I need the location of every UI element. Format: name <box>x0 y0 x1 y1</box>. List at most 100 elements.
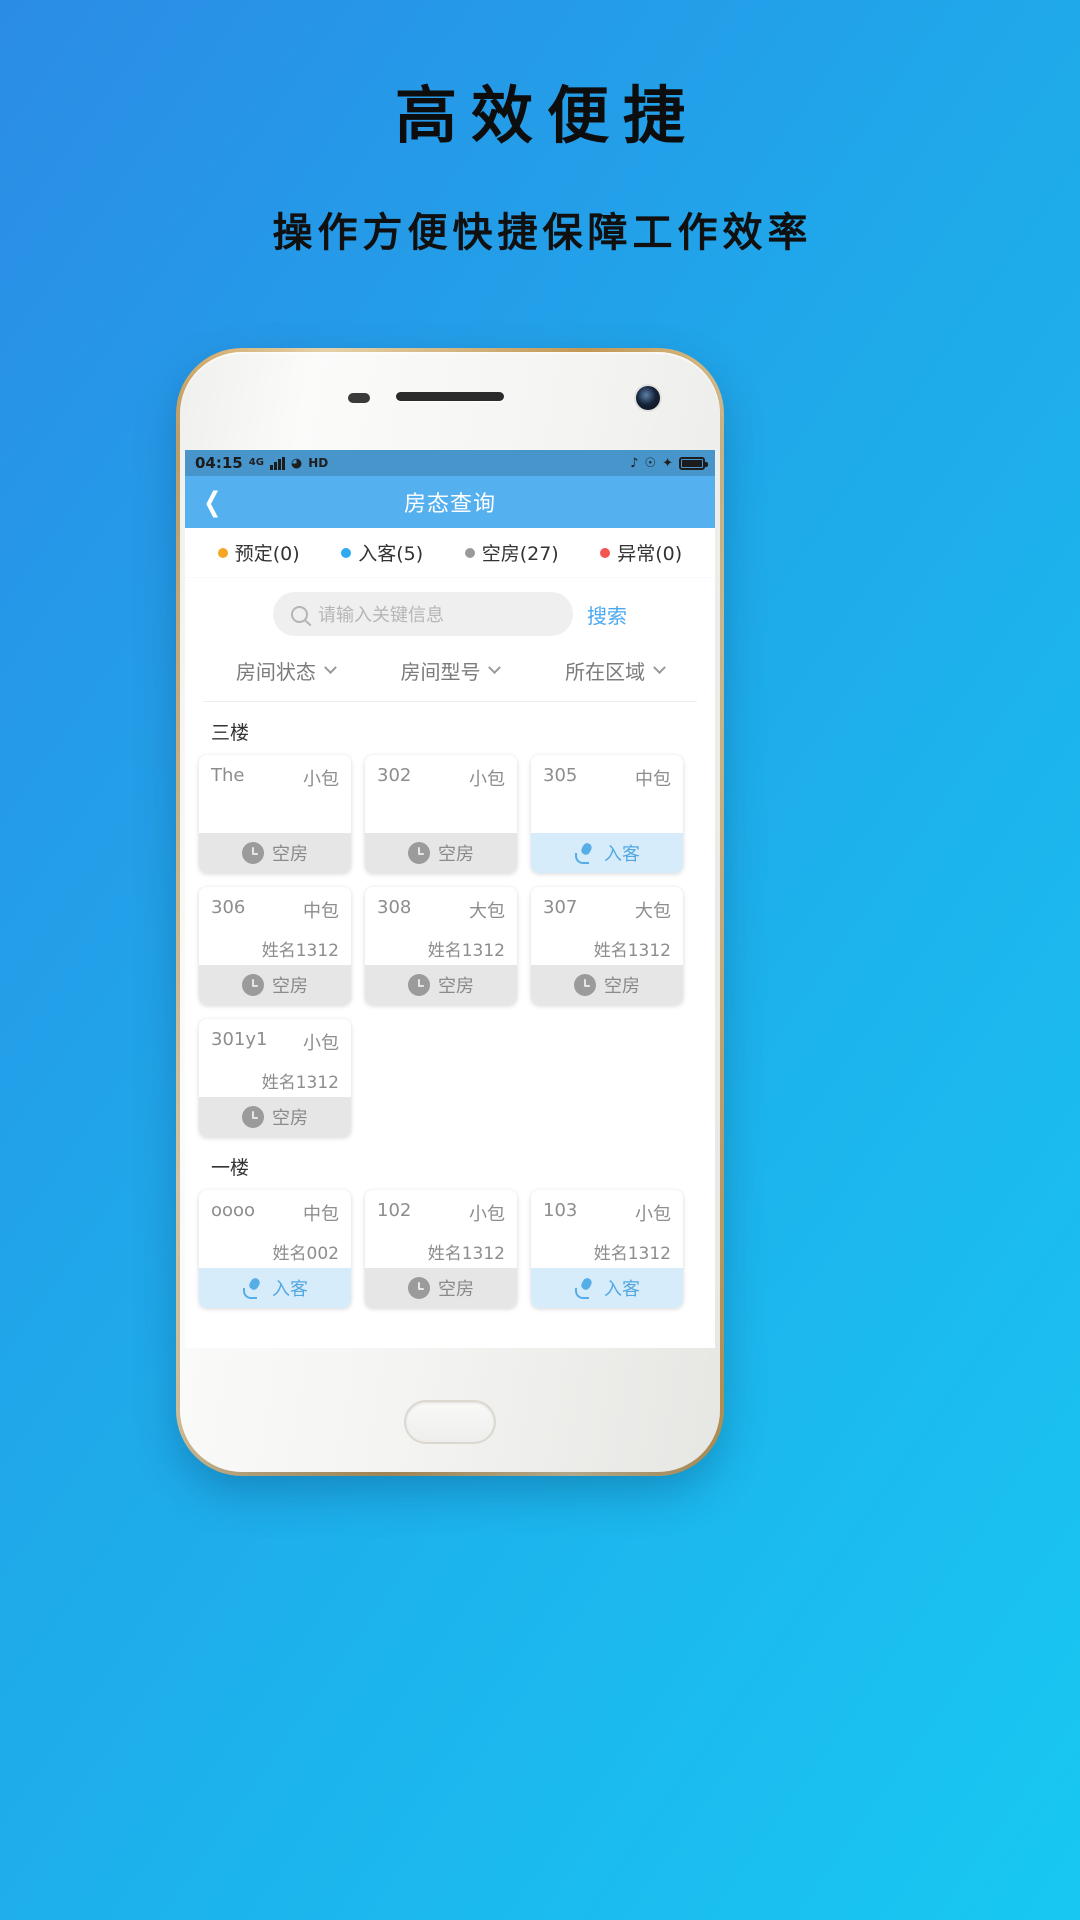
phone-mockup: 04:15 4G ◕ HD ♪ ☉ ✦ ❮ 房态查询 预定(0) 入客(5) 空房(… <box>176 348 724 1476</box>
filter-0[interactable]: 房间状态 <box>235 656 337 685</box>
room-card-head: 305 中包 <box>543 765 671 791</box>
search-input[interactable]: 请输入关键信息 <box>318 601 444 627</box>
room-status-badge: 空房 <box>199 1097 351 1137</box>
clock-icon <box>408 1277 430 1299</box>
search-button[interactable]: 搜索 <box>587 600 627 629</box>
room-card[interactable]: 308 大包 姓名1312 空房 <box>365 887 517 1005</box>
guest-name: 姓名002 <box>272 1244 339 1264</box>
tab-label: 入客(5) <box>358 543 424 565</box>
clock-icon <box>242 1106 264 1128</box>
room-card[interactable]: 102 小包 姓名1312 空房 <box>365 1190 517 1308</box>
room-status-label: 空房 <box>272 844 308 865</box>
chevron-down-icon <box>488 661 502 675</box>
room-card-head: 103 小包 <box>543 1200 671 1226</box>
tab-3[interactable]: 异常(0) <box>600 539 682 566</box>
wifi-icon: ◕ <box>290 455 303 471</box>
tab-status-dot <box>600 547 611 558</box>
room-status-label: 空房 <box>272 1108 308 1129</box>
room-card[interactable]: oooo 中包姓名002 入客 <box>199 1190 351 1308</box>
room-status-badge: 空房 <box>365 1268 517 1308</box>
room-card-head: 301y1 小包 <box>211 1029 339 1055</box>
tab-label: 异常(0) <box>617 543 683 565</box>
room-type: 小包 <box>303 1033 339 1054</box>
room-number: 306 <box>211 897 246 918</box>
app-bar-title: 房态查询 <box>403 492 496 517</box>
room-card-head: oooo 中包 <box>211 1200 339 1226</box>
filter-label: 房间状态 <box>235 660 316 684</box>
home-button[interactable] <box>404 1400 496 1444</box>
tab-label: 空房(27) <box>481 543 559 565</box>
clock-icon <box>408 842 430 864</box>
app-bar: ❮ 房态查询 <box>185 476 715 528</box>
search-icon <box>291 605 308 623</box>
clock-icon <box>574 974 596 996</box>
room-number: The <box>211 765 245 786</box>
room-status-badge: 空房 <box>199 965 351 1005</box>
room-status-badge: 空房 <box>199 833 351 873</box>
room-card[interactable]: 302 小包 空房 <box>365 755 517 873</box>
room-grid: The 小包 空房 302 小包 空房 305 中包 入客 306 中包 姓名1312 空房 308 大包姓… <box>199 755 701 1137</box>
hd-icon: HD <box>308 456 329 470</box>
room-status-label: 空房 <box>438 844 474 865</box>
guest-name: 姓名1312 <box>427 941 505 961</box>
room-card[interactable]: 103 小包 姓名1312 入客 <box>531 1190 683 1308</box>
vibrate-icon: ♪ <box>630 455 639 471</box>
room-status-label: 入客 <box>272 1279 308 1300</box>
filter-label: 房间型号 <box>400 660 481 684</box>
room-card-body: 103 小包 姓名1312 <box>531 1190 683 1268</box>
room-list: 三楼 The 小包 空房 302 小包 空房 305 中包 入客 306 中包 姓名1312 空房 308 大… <box>185 702 715 1318</box>
guest-name: 姓名1312 <box>261 1073 339 1093</box>
search-input-wrap[interactable]: 请输入关键信息 <box>273 592 573 636</box>
tab-2[interactable]: 空房(27) <box>464 539 559 566</box>
page-title: 高效便捷 <box>394 79 699 152</box>
clock-icon <box>242 974 264 996</box>
room-type: 中包 <box>303 901 339 922</box>
room-card-head: 306 中包 <box>211 897 339 923</box>
back-chevron-icon[interactable]: ❮ <box>203 489 221 516</box>
room-type: 中包 <box>635 769 671 790</box>
room-status-badge: 空房 <box>531 965 683 1005</box>
room-card-body: 307 大包 姓名1312 <box>531 887 683 965</box>
room-status-badge: 空房 <box>365 965 517 1005</box>
tab-status-dot <box>217 547 228 558</box>
filter-row: 房间状态 房间型号 所在区域 <box>185 648 715 701</box>
microphone-icon <box>574 1277 596 1299</box>
do-not-disturb-icon: ☉ <box>644 455 657 471</box>
tab-1[interactable]: 入客(5) <box>341 539 423 566</box>
room-status-label: 空房 <box>272 976 308 997</box>
filter-2[interactable]: 所在区域 <box>565 656 667 685</box>
room-card[interactable]: 307 大包 姓名1312 空房 <box>531 887 683 1005</box>
status-bar: 04:15 4G ◕ HD ♪ ☉ ✦ <box>185 450 715 476</box>
room-card-body: 102 小包 姓名1312 <box>365 1190 517 1268</box>
room-number: 307 <box>543 897 578 918</box>
room-card[interactable]: The 小包空房 <box>199 755 351 873</box>
guest-name: 姓名1312 <box>593 941 671 961</box>
tab-status-dot <box>341 547 352 558</box>
room-status-label: 空房 <box>604 976 640 997</box>
room-number: 103 <box>543 1200 578 1221</box>
room-card-body: oooo 中包姓名002 <box>199 1190 351 1268</box>
clock-icon <box>242 842 264 864</box>
floor-heading: 三楼 <box>211 722 250 744</box>
room-card[interactable]: 306 中包姓名1312 空房 <box>199 887 351 1005</box>
microphone-icon <box>574 842 596 864</box>
room-card-head: The 小包 <box>211 765 339 791</box>
earpiece-speaker-icon <box>396 392 504 401</box>
status-bar-left: 04:15 4G ◕ HD <box>195 454 328 472</box>
room-number: 308 <box>377 897 412 918</box>
status-legend-tabs: 预定(0) 入客(5) 空房(27) 异常(0) <box>185 528 715 578</box>
phone-top-bezel <box>180 352 720 450</box>
room-status-badge: 入客 <box>531 833 683 873</box>
room-status-badge: 入客 <box>199 1268 351 1308</box>
room-type: 小包 <box>469 1204 505 1225</box>
room-card-body: 305 中包 <box>531 755 683 833</box>
room-number: 305 <box>543 765 578 786</box>
filter-1[interactable]: 房间型号 <box>400 656 502 685</box>
room-type: 小包 <box>469 769 505 790</box>
guest-name: 姓名1312 <box>261 941 339 961</box>
room-type: 小包 <box>303 769 339 790</box>
room-card[interactable]: 305 中包入客 <box>531 755 683 873</box>
tab-0[interactable]: 预定(0) <box>217 539 300 566</box>
room-card[interactable]: 301y1 小包姓名1312 空房 <box>199 1019 351 1137</box>
room-card-body: 301y1 小包姓名1312 <box>199 1019 351 1097</box>
